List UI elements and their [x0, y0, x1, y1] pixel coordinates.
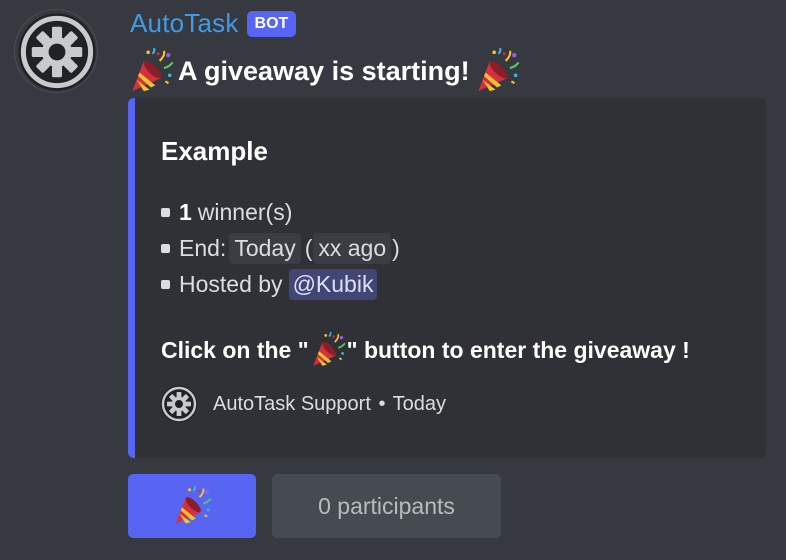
gear-icon [15, 10, 99, 94]
end-label: End: [179, 234, 227, 261]
bullet-icon [161, 243, 170, 253]
hosted-by-label: Hosted by [179, 270, 283, 297]
bot-avatar[interactable] [14, 9, 98, 93]
enter-giveaway-button[interactable] [128, 474, 256, 538]
tada-icon [128, 48, 174, 94]
message-text: A giveaway is starting! [178, 55, 470, 86]
winners-label: winner(s) [197, 198, 293, 225]
embed-instructions: Click on the " " button to enter the giv… [161, 332, 690, 368]
footer-separator: • [378, 392, 386, 415]
cta-suffix: " button to enter the giveaway ! [346, 336, 690, 363]
end-timestamp[interactable]: Today [229, 232, 301, 264]
end-relative-timestamp[interactable]: xx ago [313, 232, 392, 264]
host-mention[interactable]: @Kubik [288, 268, 378, 300]
bot-badge: BOT [246, 10, 297, 37]
message-content: A giveaway is starting! [128, 48, 520, 94]
participants-button[interactable]: 0 participants [272, 474, 501, 538]
embed-footer: AutoTask Support • Today [159, 384, 446, 424]
giveaway-embed: Example 1 winner(s) End: Today (xx ago) … [128, 98, 766, 458]
host-row: Hosted by @Kubik [161, 266, 401, 302]
footer-time: Today [392, 392, 447, 415]
username[interactable]: AutoTask [130, 8, 239, 39]
embed-title: Example [161, 136, 268, 166]
bullet-icon [161, 279, 170, 289]
tada-icon [310, 332, 346, 368]
winners-row: 1 winner(s) [161, 194, 401, 230]
end-row: End: Today (xx ago) [161, 230, 401, 266]
tada-icon [172, 486, 212, 526]
message-header: AutoTask BOT [130, 8, 297, 39]
footer-text: AutoTask Support [213, 392, 371, 415]
winners-count: 1 [179, 198, 192, 225]
tada-icon [474, 48, 520, 94]
gear-icon [159, 384, 199, 424]
cta-prefix: Click on the " [161, 336, 309, 363]
embed-details: 1 winner(s) End: Today (xx ago) Hosted b… [161, 194, 401, 302]
bullet-icon [161, 207, 170, 217]
